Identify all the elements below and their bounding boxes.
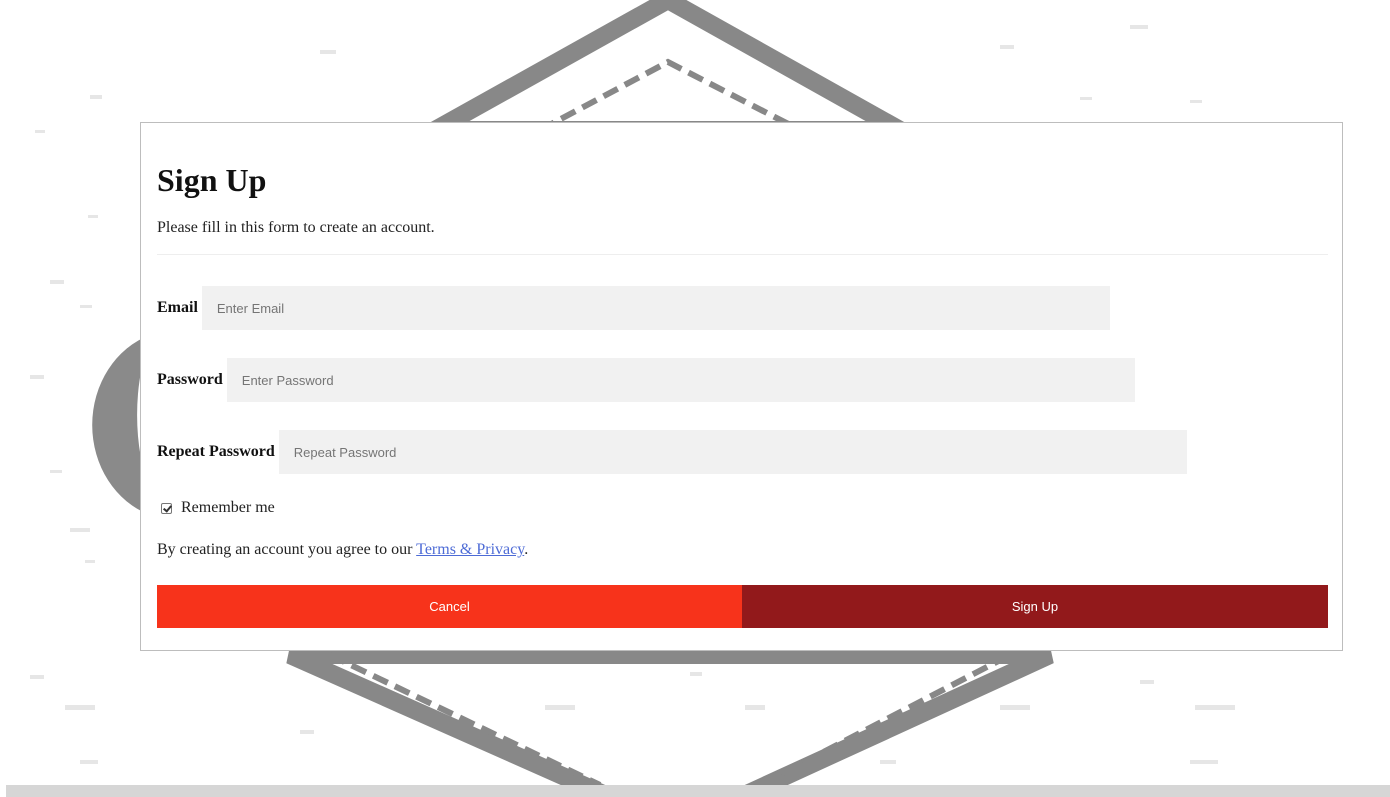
terms-text: By creating an account you agree to our … <box>157 541 528 559</box>
page-title: Sign Up <box>157 162 267 198</box>
signup-button[interactable]: Sign Up <box>742 585 1328 628</box>
remember-label: Remember me <box>181 499 275 516</box>
signup-modal: Sign Up Please fill in this form to crea… <box>140 122 1343 651</box>
password-label: Password <box>157 371 223 388</box>
cancel-button[interactable]: Cancel <box>157 585 742 628</box>
email-field[interactable] <box>201 286 1110 330</box>
terms-link[interactable]: Terms & Privacy <box>416 541 524 558</box>
email-label: Email <box>157 299 198 316</box>
remember-checkbox[interactable] <box>161 502 172 514</box>
email-row: Email <box>157 286 1110 330</box>
form-subtitle: Please fill in this form to create an ac… <box>157 219 435 236</box>
password-row: Password <box>157 358 1135 402</box>
bottom-scrollbar[interactable] <box>6 785 1390 797</box>
repeat-password-label: Repeat Password <box>157 443 275 460</box>
repeat-password-field[interactable] <box>278 430 1187 474</box>
password-field[interactable] <box>226 358 1135 402</box>
divider <box>157 254 1328 255</box>
terms-prefix: By creating an account you agree to our <box>157 541 417 558</box>
terms-suffix: . <box>524 541 529 558</box>
repeat-password-row: Repeat Password <box>157 430 1187 474</box>
remember-row: Remember me <box>157 497 275 519</box>
